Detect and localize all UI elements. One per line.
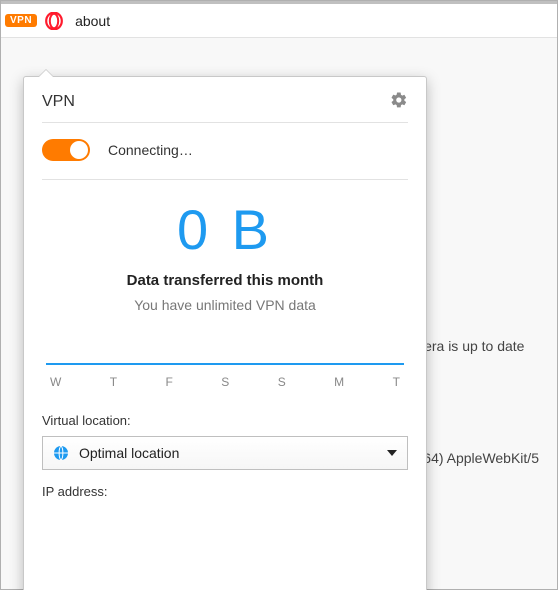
data-amount: 0 B xyxy=(42,202,408,258)
chart-day: W xyxy=(50,375,61,389)
chart-baseline xyxy=(46,363,404,365)
browser-window: VPN pera is up to date it x64) AppleWebK… xyxy=(0,0,558,590)
chart-day: S xyxy=(221,375,229,389)
gear-icon[interactable] xyxy=(390,91,408,112)
background-info-lines: pera is up to date it x64) AppleWebKit/5 xyxy=(416,338,539,466)
chart-day: M xyxy=(334,375,344,389)
virtual-location-value: Optimal location xyxy=(79,445,377,461)
chart-day: T xyxy=(110,375,117,389)
bg-text: it xyxy=(416,394,539,410)
bg-text: pera is up to date xyxy=(416,338,539,354)
data-usage-block: 0 B Data transferred this month You have… xyxy=(42,180,408,315)
data-caption: Data transferred this month xyxy=(42,272,408,289)
address-bar: VPN xyxy=(1,4,557,38)
chart-day: T xyxy=(393,375,400,389)
url-input[interactable] xyxy=(71,11,553,31)
data-subtext: You have unlimited VPN data xyxy=(42,297,408,313)
globe-icon xyxy=(53,445,69,461)
bg-text: x64) AppleWebKit/5 xyxy=(416,450,539,466)
popup-title: VPN xyxy=(42,93,75,111)
virtual-location-label: Virtual location: xyxy=(42,413,408,428)
ip-label: IP address: xyxy=(42,484,108,499)
popup-header: VPN xyxy=(42,91,408,123)
chevron-down-icon xyxy=(387,450,397,456)
opera-logo-icon xyxy=(45,12,63,30)
ip-address-row: IP address: xyxy=(42,484,408,499)
vpn-toggle[interactable] xyxy=(42,139,90,161)
chart-day: S xyxy=(278,375,286,389)
vpn-badge[interactable]: VPN xyxy=(5,14,37,27)
vpn-status-row: Connecting… xyxy=(42,123,408,180)
vpn-status-text: Connecting… xyxy=(108,142,193,158)
usage-chart: W T F S S M T xyxy=(42,363,408,389)
chart-days: W T F S S M T xyxy=(46,375,404,389)
virtual-location-select[interactable]: Optimal location xyxy=(42,436,408,470)
vpn-popup: VPN Connecting… 0 B Data transferred thi… xyxy=(23,76,427,590)
page-content: pera is up to date it x64) AppleWebKit/5… xyxy=(1,38,557,589)
chart-day: F xyxy=(166,375,173,389)
